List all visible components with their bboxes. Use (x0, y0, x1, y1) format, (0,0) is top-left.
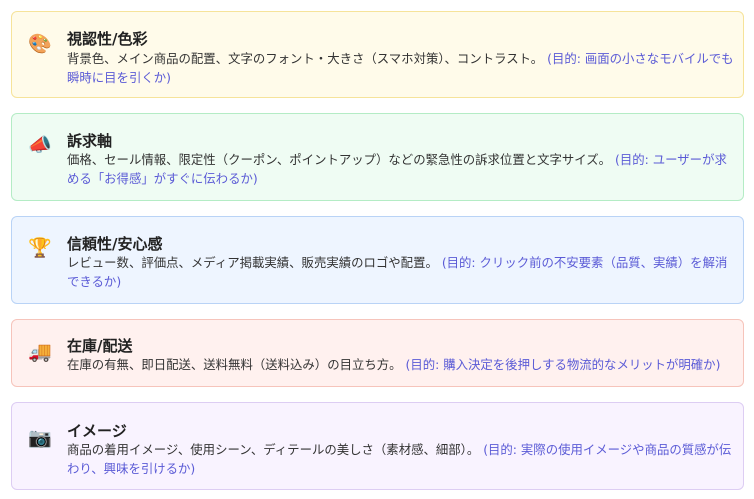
card-description: 背景色、メイン商品の配置、文字のフォント・大きさ（スマホ対策）、コントラスト。 … (67, 49, 735, 87)
card-description-text: 在庫の有無、即日配送、送料無料（送料込み）の目立ち方。 (67, 357, 402, 372)
card-description: 商品の着用イメージ、使用シーン、ディテールの美しさ（素材感、細部）。 (目的: … (67, 440, 735, 478)
card-title: 視認性/色彩 (67, 30, 148, 48)
palette-icon: 🎨 (28, 32, 52, 55)
card-description-text: 価格、セール情報、限定性（クーポン、ポイントアップ）などの緊急性の訴求位置と文字… (67, 152, 612, 167)
card-description: 価格、セール情報、限定性（クーポン、ポイントアップ）などの緊急性の訴求位置と文字… (67, 150, 735, 188)
card-title: 在庫/配送 (67, 337, 133, 355)
card-title: 訴求軸 (67, 132, 113, 150)
criteria-card-visibility: 🎨 視認性/色彩 背景色、メイン商品の配置、文字のフォント・大きさ（スマホ対策）… (11, 11, 744, 98)
camera-icon: 📷 (28, 426, 52, 449)
criteria-card-stock-shipping: 🚚 在庫/配送 在庫の有無、即日配送、送料無料（送料込み）の目立ち方。 (目的:… (11, 319, 744, 387)
criteria-card-appeal: 📣 訴求軸 価格、セール情報、限定性（クーポン、ポイントアップ）などの緊急性の訴… (11, 113, 744, 201)
card-description-text: 背景色、メイン商品の配置、文字のフォント・大きさ（スマホ対策）、コントラスト。 (67, 51, 544, 66)
criteria-list: 🎨 視認性/色彩 背景色、メイン商品の配置、文字のフォント・大きさ（スマホ対策）… (0, 0, 754, 499)
delivery-truck-icon: 🚚 (28, 340, 52, 363)
card-description-text: レビュー数、評価点、メディア掲載実績、販売実績のロゴや配置。 (67, 255, 438, 270)
criteria-card-image: 📷 イメージ 商品の着用イメージ、使用シーン、ディテールの美しさ（素材感、細部）… (11, 402, 744, 490)
trophy-icon: 🏆 (28, 236, 52, 259)
card-title: イメージ (67, 422, 127, 440)
criteria-card-trust: 🏆 信頼性/安心感 レビュー数、評価点、メディア掲載実績、販売実績のロゴや配置。… (11, 216, 744, 304)
card-description-text: 商品の着用イメージ、使用シーン、ディテールの美しさ（素材感、細部）。 (67, 442, 480, 457)
megaphone-icon: 📣 (28, 133, 52, 156)
card-title: 信頼性/安心感 (67, 235, 163, 253)
card-description: レビュー数、評価点、メディア掲載実績、販売実績のロゴや配置。 (目的: クリック… (67, 253, 735, 291)
card-purpose: (目的: 購入決定を後押しする物流的なメリットが明確か) (405, 357, 721, 372)
card-description: 在庫の有無、即日配送、送料無料（送料込み）の目立ち方。 (目的: 購入決定を後押… (67, 355, 735, 374)
